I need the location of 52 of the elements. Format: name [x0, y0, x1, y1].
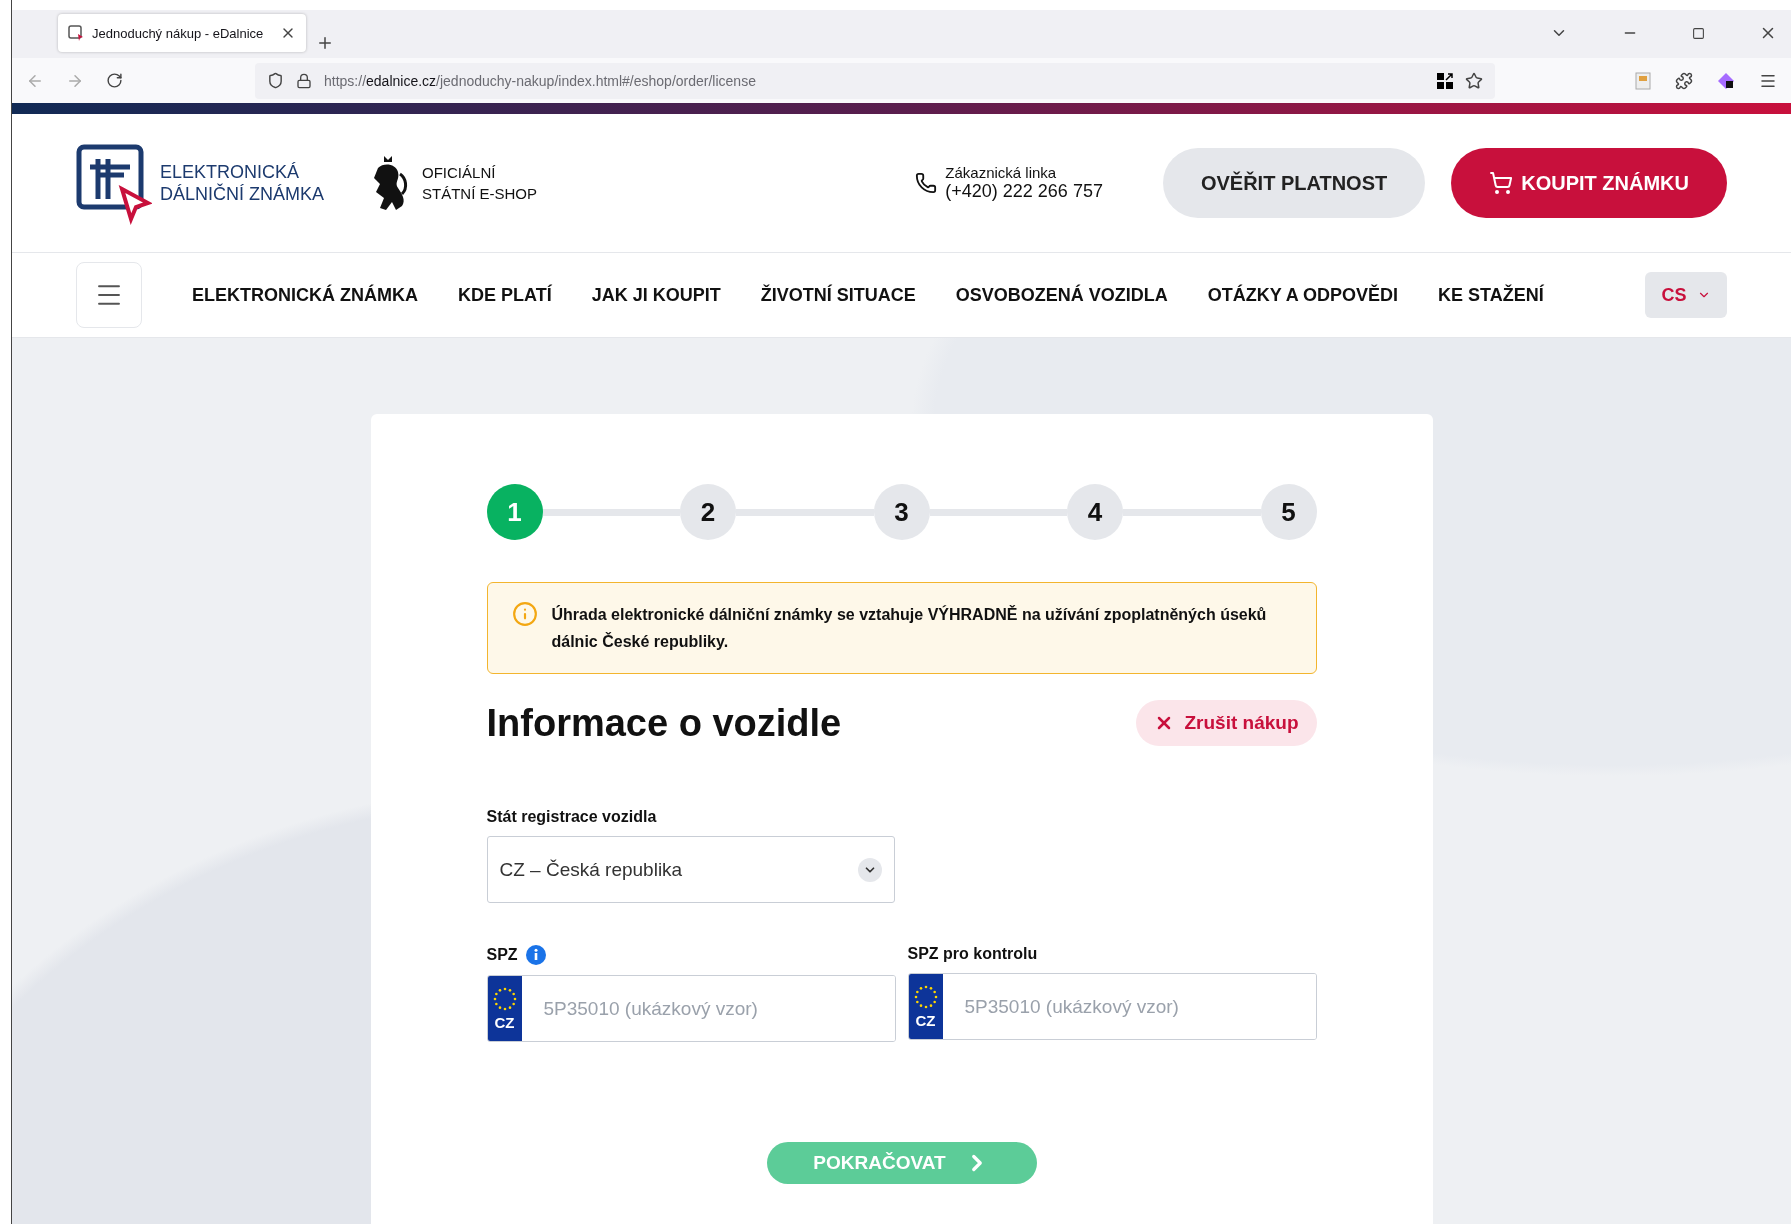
- cancel-button[interactable]: Zrušit nákup: [1136, 700, 1317, 746]
- language-select[interactable]: CS: [1645, 272, 1727, 318]
- info-icon: [511, 601, 538, 627]
- plate-input-field[interactable]: CZ 5P35010 (ukázkový vzor): [486, 975, 896, 1042]
- qr-grid-icon[interactable]: [1437, 72, 1453, 89]
- logo-text: ELEKTRONICKÁ DÁLNIČNÍ ZNÁMKA: [160, 161, 325, 205]
- hotline-label: Zákaznická linka: [945, 164, 1058, 181]
- field-label: Stát registrace vozidla: [486, 808, 658, 826]
- step-indicator: 2: [680, 484, 736, 540]
- step-indicator: 1: [486, 484, 543, 540]
- eu-stars-icon: [912, 984, 939, 1010]
- star-icon[interactable]: [1465, 71, 1483, 90]
- new-tab-icon[interactable]: [316, 34, 334, 52]
- nav-link[interactable]: ELEKTRONICKÁ ZNÁMKA: [172, 284, 438, 306]
- tab-title: Jednoduchý nákup - eDalnice: [92, 25, 265, 41]
- nav-link[interactable]: JAK JI KOUPIT: [571, 284, 741, 306]
- cart-icon: [1489, 171, 1514, 195]
- menu-button[interactable]: [76, 262, 142, 328]
- field-label: SPZ pro kontrolu: [907, 945, 1038, 963]
- lock-icon: [296, 72, 312, 89]
- browser-tab[interactable]: Jednoduchý nákup - eDalnice: [58, 14, 306, 52]
- diamond-lock-icon[interactable]: [1717, 71, 1735, 90]
- nav-link[interactable]: KDE PLATÍ: [438, 284, 572, 306]
- eu-stars-icon: [491, 986, 518, 1012]
- url-text: https://edalnice.cz/jednoduchy-nakup/index.html#/eshop/order/license: [324, 72, 757, 89]
- step-indicator: 5: [1260, 484, 1317, 540]
- plate-input-field[interactable]: CZ 5P35010 (ukázkový vzor): [907, 973, 1317, 1040]
- caret-icon: [857, 857, 882, 882]
- puzzle-icon[interactable]: [1675, 71, 1693, 90]
- phone-icon: [915, 172, 938, 194]
- nav-link[interactable]: OTÁZKY A ODPOVĚDI: [1187, 284, 1419, 306]
- country-code: CZ: [494, 1014, 515, 1031]
- nav-link[interactable]: KE STAŽENÍ: [1418, 284, 1564, 306]
- step-indicator: 3: [873, 484, 930, 540]
- address-bar[interactable]: https://edalnice.cz/jednoduchy-nakup/index.html#/eshop/order/license: [255, 62, 1495, 99]
- eshop-text: OFICIÁLNÍ STÁTNÍ E-SHOP: [422, 163, 538, 204]
- site-favicon-icon: [68, 25, 84, 41]
- section-title: Informace o vozidle: [486, 701, 842, 745]
- alert-text: Úhrada elektronické dálniční známky se vztahuje VÝHRADNĚ na užívání zpoplatněných úseků dálnic České republiky.: [551, 604, 1268, 652]
- info-icon[interactable]: [525, 945, 546, 965]
- country-code: CZ: [915, 1012, 936, 1029]
- reload-icon[interactable]: [106, 72, 123, 89]
- nav-link[interactable]: OSVOBOZENÁ VOZIDLA: [935, 284, 1188, 306]
- hotline-phone: (+420) 222 266 757: [945, 181, 1103, 202]
- country-select[interactable]: CZ – Česká republika: [486, 836, 895, 903]
- field-label: SPZ: [486, 946, 518, 964]
- maximize-icon[interactable]: [1692, 26, 1705, 40]
- verify-button[interactable]: OVĚŘIT PLATNOST: [1162, 148, 1426, 218]
- buy-button[interactable]: KOUPIT ZNÁMKU: [1451, 148, 1727, 218]
- nav-link[interactable]: ŽIVOTNÍ SITUACE: [740, 284, 936, 306]
- shield-icon: [267, 72, 284, 89]
- step-indicator: 4: [1067, 484, 1123, 540]
